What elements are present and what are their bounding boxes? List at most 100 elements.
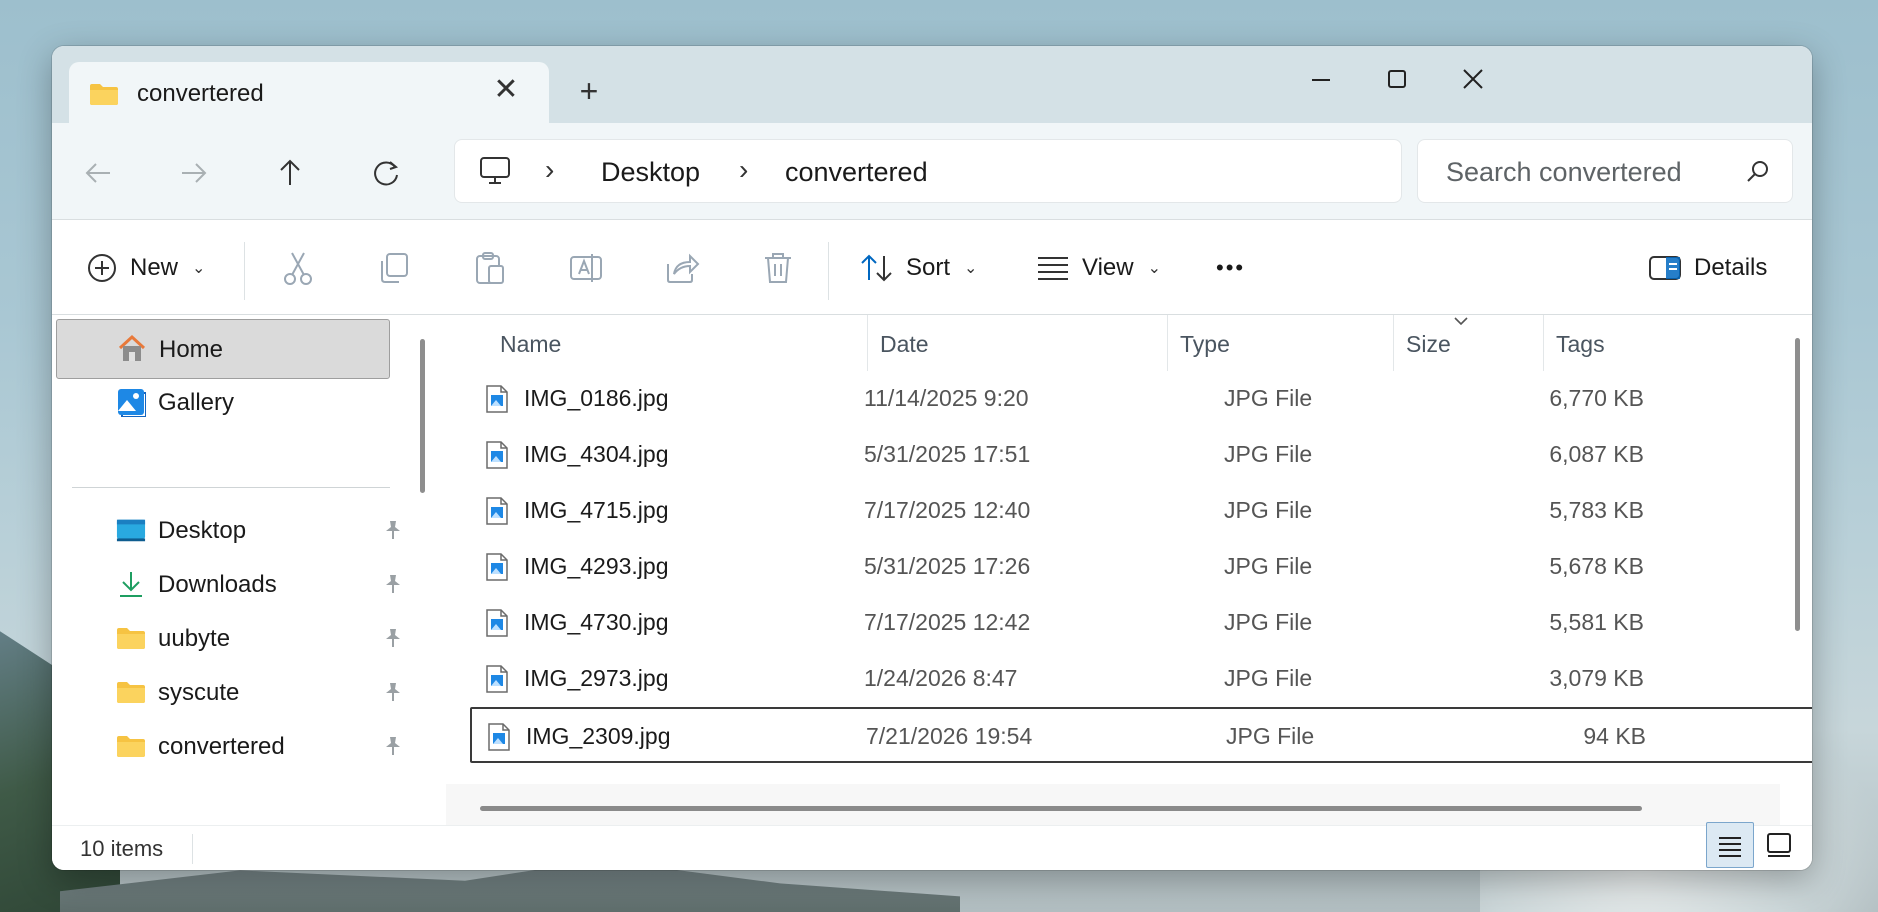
pin-icon[interactable] bbox=[382, 573, 404, 595]
new-label: New bbox=[130, 254, 179, 281]
sidebar-item-label: Downloads bbox=[158, 571, 277, 598]
divider bbox=[828, 242, 829, 300]
cut-icon[interactable] bbox=[280, 250, 316, 286]
tab-convertered[interactable]: convertered ✕ bbox=[69, 62, 549, 124]
column-header-tags[interactable]: Tags bbox=[1544, 315, 1644, 371]
details-pane-button[interactable]: Details bbox=[1648, 240, 1767, 296]
up-icon[interactable] bbox=[270, 153, 310, 193]
rename-icon[interactable] bbox=[568, 250, 604, 286]
file-date: 7/21/2026 19:54 bbox=[866, 723, 1033, 749]
breadcrumb-convertered[interactable]: convertered bbox=[785, 157, 928, 188]
new-tab-icon[interactable]: + bbox=[574, 75, 604, 107]
file-type: JPG File bbox=[1224, 441, 1313, 467]
column-header-size[interactable]: Size bbox=[1394, 315, 1543, 371]
file-explorer-window: convertered ✕ + › Desktop › convertered … bbox=[52, 46, 1812, 870]
sort-label: Sort bbox=[906, 254, 951, 281]
paste-icon[interactable] bbox=[472, 250, 508, 286]
search-icon[interactable] bbox=[1744, 158, 1772, 186]
download-icon bbox=[120, 572, 142, 597]
image-file-icon bbox=[486, 385, 508, 413]
column-header-type[interactable]: Type bbox=[1168, 315, 1393, 371]
table-row[interactable]: IMG_2309.jpg 7/21/2026 19:54 JPG File 94 KB bbox=[470, 707, 1812, 763]
share-icon[interactable] bbox=[664, 250, 700, 286]
search-placeholder: Search convertered bbox=[1446, 157, 1682, 187]
add-icon bbox=[88, 254, 116, 282]
sidebar-item-label: syscute bbox=[158, 679, 240, 706]
file-size: 5,581 KB bbox=[1549, 609, 1644, 635]
file-name: IMG_4715.jpg bbox=[524, 497, 669, 523]
file-type: JPG File bbox=[1224, 665, 1313, 691]
column-header-date[interactable]: Date bbox=[868, 315, 1167, 371]
table-row[interactable]: IMG_0186.jpg 11/14/2025 9:20 JPG File 6,770… bbox=[444, 371, 1812, 427]
column-header-name[interactable]: Name bbox=[444, 315, 867, 371]
file-type: JPG File bbox=[1224, 609, 1313, 635]
file-name: IMG_4730.jpg bbox=[524, 609, 669, 635]
divider bbox=[244, 242, 245, 300]
new-button[interactable]: New ⌄ bbox=[86, 240, 205, 296]
sort-button[interactable]: Sort ⌄ bbox=[860, 240, 977, 296]
sidebar-item-uubyte[interactable]: uubyte bbox=[56, 609, 400, 669]
home-icon bbox=[118, 334, 146, 361]
sidebar-item-syscute[interactable]: syscute bbox=[56, 663, 400, 723]
file-date: 11/14/2025 9:20 bbox=[864, 385, 1029, 411]
file-date: 7/17/2025 12:40 bbox=[864, 497, 1031, 523]
file-name: IMG_2309.jpg bbox=[526, 723, 671, 749]
pin-icon[interactable] bbox=[382, 627, 404, 649]
delete-icon[interactable] bbox=[760, 250, 796, 286]
table-row[interactable]: IMG_2973.jpg 1/24/2026 8:47 JPG File 3,079 … bbox=[444, 651, 1812, 707]
file-type: JPG File bbox=[1226, 723, 1315, 749]
table-row[interactable]: IMG_4304.jpg 5/31/2025 17:51 JPG File 6,087… bbox=[444, 427, 1812, 483]
folder-icon bbox=[90, 84, 118, 105]
pin-icon[interactable] bbox=[382, 519, 404, 541]
this-pc-icon[interactable] bbox=[479, 156, 511, 186]
file-type: JPG File bbox=[1224, 497, 1313, 523]
sidebar-item-gallery[interactable]: Gallery bbox=[56, 373, 390, 433]
file-size: 5,783 KB bbox=[1549, 497, 1644, 523]
pin-icon[interactable] bbox=[382, 681, 404, 703]
sidebar-item-convertered[interactable]: convertered bbox=[56, 717, 400, 777]
sidebar-item-downloads[interactable]: Downloads bbox=[56, 555, 400, 615]
horizontal-scrollbar[interactable] bbox=[480, 806, 1642, 811]
chevron-right-icon[interactable]: › bbox=[739, 154, 748, 186]
column-header-label: Tags bbox=[1556, 331, 1605, 357]
title-bar: convertered ✕ + bbox=[52, 46, 1812, 124]
sidebar-item-desktop[interactable]: Desktop bbox=[56, 501, 400, 561]
file-date: 7/17/2025 12:42 bbox=[864, 609, 1031, 635]
address-bar[interactable]: › Desktop › convertered bbox=[454, 139, 1402, 203]
file-size: 94 KB bbox=[1583, 723, 1646, 749]
view-button[interactable]: View ⌄ bbox=[1036, 240, 1161, 296]
chevron-down-icon: ⌄ bbox=[964, 260, 978, 277]
pin-icon[interactable] bbox=[382, 735, 404, 757]
chevron-right-icon[interactable]: › bbox=[545, 154, 554, 186]
back-icon[interactable] bbox=[78, 153, 118, 193]
sidebar-divider bbox=[72, 487, 390, 488]
maximize-icon[interactable] bbox=[1372, 60, 1422, 100]
file-name: IMG_4293.jpg bbox=[524, 553, 669, 579]
sidebar-item-label: Gallery bbox=[158, 389, 235, 416]
table-row[interactable]: IMG_4715.jpg 7/17/2025 12:40 JPG File 5,783… bbox=[444, 483, 1812, 539]
refresh-icon[interactable] bbox=[366, 153, 406, 193]
copy-icon[interactable] bbox=[376, 250, 412, 286]
sidebar-item-home[interactable]: Home bbox=[56, 319, 390, 379]
file-type: JPG File bbox=[1224, 385, 1313, 411]
vertical-scrollbar[interactable] bbox=[1795, 338, 1800, 631]
forward-icon[interactable] bbox=[174, 153, 214, 193]
table-row[interactable]: IMG_4293.jpg 5/31/2025 17:26 JPG File 5,678… bbox=[444, 539, 1812, 595]
table-row[interactable]: IMG_4730.jpg 7/17/2025 12:42 JPG File 5,581… bbox=[444, 595, 1812, 651]
image-file-icon bbox=[486, 553, 508, 581]
image-file-icon bbox=[486, 497, 508, 525]
tiles-view-icon[interactable] bbox=[1756, 822, 1804, 868]
details-view-icon[interactable] bbox=[1706, 822, 1754, 868]
column-header-label: Date bbox=[880, 331, 929, 357]
file-date: 5/31/2025 17:26 bbox=[864, 553, 1031, 579]
close-tab-icon[interactable]: ✕ bbox=[491, 75, 521, 106]
sidebar-scrollbar[interactable] bbox=[420, 339, 425, 493]
more-options-button[interactable]: ••• bbox=[1216, 240, 1245, 296]
sidebar-item-label: convertered bbox=[158, 733, 285, 760]
close-icon[interactable] bbox=[1448, 60, 1498, 100]
file-name: IMG_2973.jpg bbox=[524, 665, 669, 691]
breadcrumb-desktop[interactable]: Desktop bbox=[601, 157, 700, 188]
search-input[interactable]: Search convertered bbox=[1417, 139, 1793, 203]
minimize-icon[interactable] bbox=[1296, 60, 1346, 100]
file-size: 5,678 KB bbox=[1549, 553, 1644, 579]
